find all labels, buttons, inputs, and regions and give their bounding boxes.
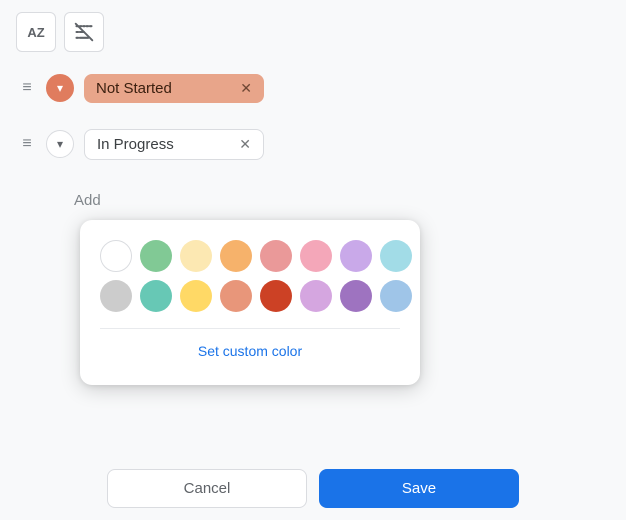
tag-in-progress-label: In Progress [97,136,174,153]
color-circle-purple[interactable] [340,280,372,312]
color-circle-salmon[interactable] [220,280,252,312]
tag-in-progress-remove[interactable]: ✕ [239,136,251,153]
custom-color-button[interactable]: Set custom color [100,328,400,369]
add-label: Add [16,192,101,209]
color-circle-white[interactable] [100,240,132,272]
color-circle-pink[interactable] [300,240,332,272]
color-circle-light-cyan[interactable] [380,240,412,272]
format-button[interactable] [64,12,104,52]
save-button[interactable]: Save [319,469,519,508]
row-not-started: ≡ ▾ Not Started ✕ [16,64,610,112]
color-circle-teal[interactable] [140,280,172,312]
color-circle-light-gray[interactable] [100,280,132,312]
az-icon: AZ [27,25,44,40]
color-circle-red[interactable] [260,280,292,312]
drag-handle-2[interactable]: ≡ [16,135,36,153]
format-icon [74,22,94,42]
row-in-progress: ≡ ▾ In Progress ✕ [16,120,610,168]
color-circle-light-yellow[interactable] [180,240,212,272]
main-area: AZ ≡ ▾ Not Started ✕ ≡ [0,0,626,520]
az-sort-button[interactable]: AZ [16,12,56,52]
rows-container: ≡ ▾ Not Started ✕ ≡ ▾ In Progress ✕ Add [0,64,626,224]
color-circle-green[interactable] [140,240,172,272]
color-circle-light-red[interactable] [260,240,292,272]
color-picker-popup: Set custom color [80,220,420,385]
chevron-icon-1: ▾ [57,81,63,95]
bottom-bar: Cancel Save [0,457,626,520]
color-circle-light-purple[interactable] [340,240,372,272]
color-grid [100,240,400,312]
row-add: Add [16,176,610,224]
color-circle-yellow[interactable] [180,280,212,312]
tag-not-started-label: Not Started [96,80,172,97]
tag-not-started: Not Started ✕ [84,74,264,103]
chevron-icon-2: ▾ [57,137,63,151]
toolbar: AZ [0,0,626,64]
chevron-btn-1[interactable]: ▾ [46,74,74,102]
color-circle-light-orange[interactable] [220,240,252,272]
cancel-button[interactable]: Cancel [107,469,307,508]
tag-in-progress: In Progress ✕ [84,129,264,160]
color-circle-lavender[interactable] [300,280,332,312]
color-circle-periwinkle[interactable] [380,280,412,312]
drag-handle-1[interactable]: ≡ [16,79,36,97]
tag-not-started-remove[interactable]: ✕ [240,80,252,97]
chevron-btn-2[interactable]: ▾ [46,130,74,158]
